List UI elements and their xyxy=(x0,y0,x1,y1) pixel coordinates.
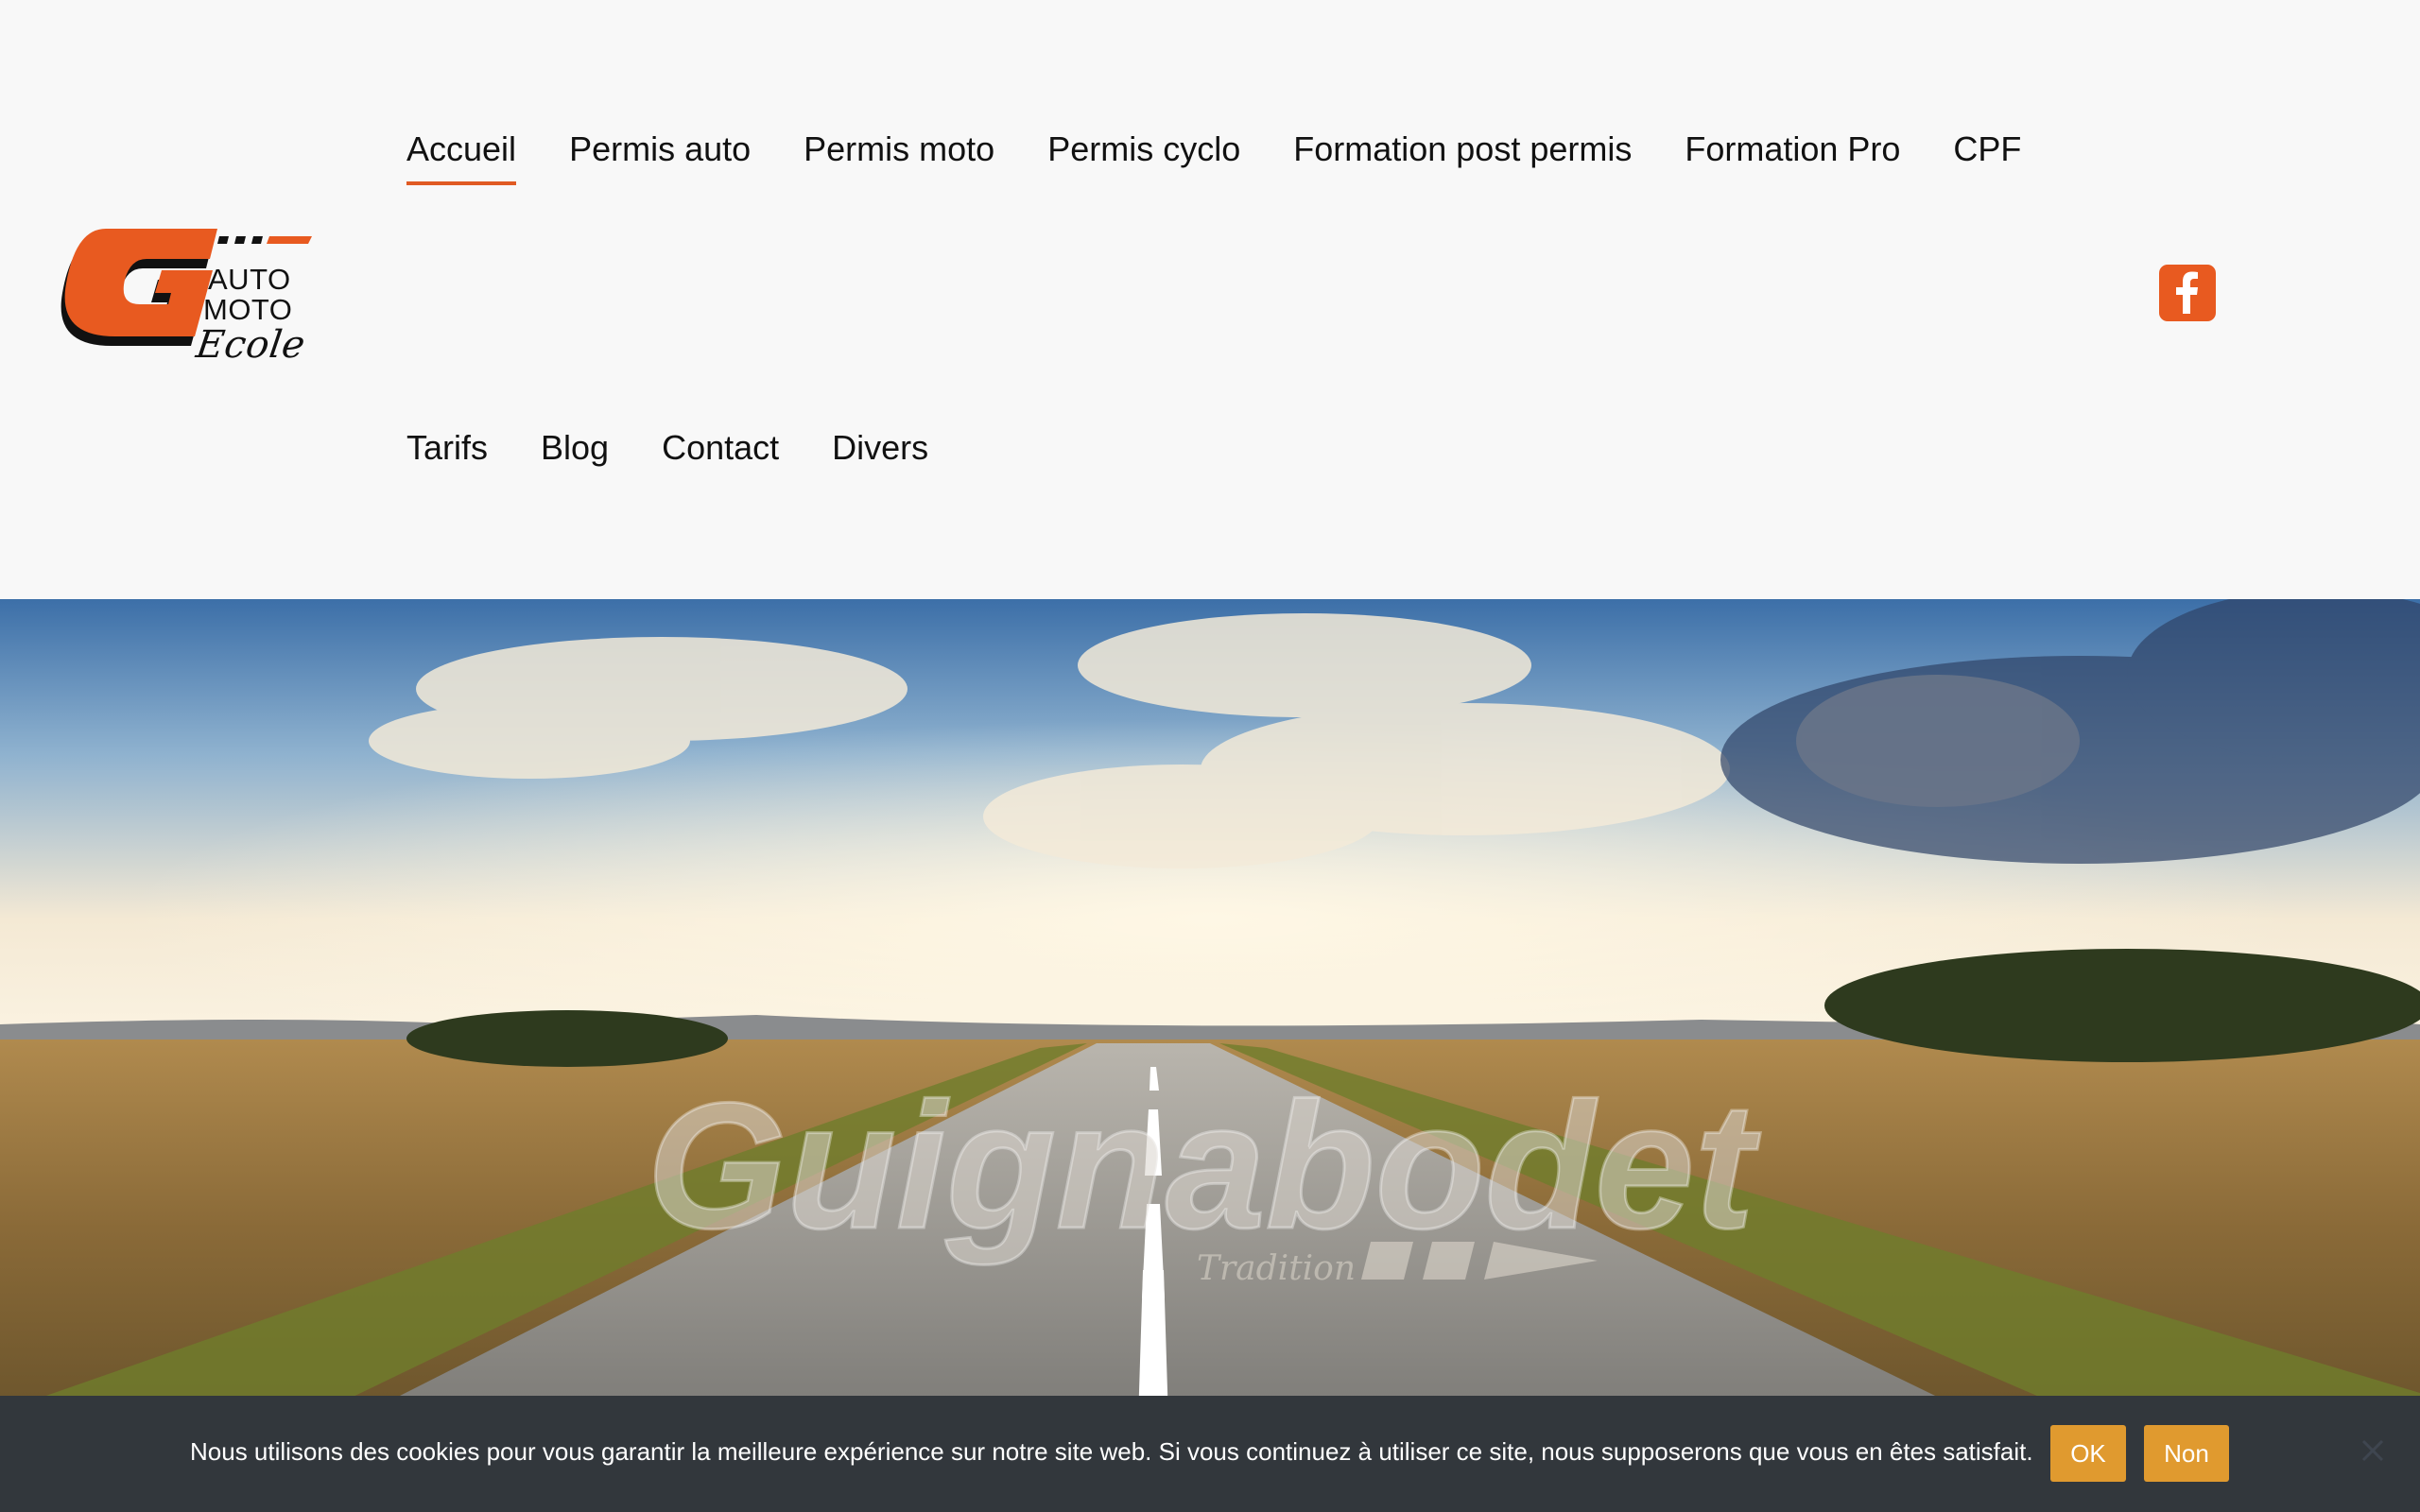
nav-item-tarifs[interactable]: Tarifs xyxy=(406,423,488,472)
nav-item-cpf[interactable]: CPF xyxy=(1953,125,2021,174)
nav-item-accueil[interactable]: Accueil xyxy=(406,125,517,185)
facebook-glyph xyxy=(2176,271,2198,314)
hero-watermark-sub: Tradition xyxy=(1197,1249,1356,1288)
facebook-icon[interactable] xyxy=(2159,265,2216,321)
nav-item-blog[interactable]: Blog xyxy=(541,423,609,472)
hero-banner: Guignabodet Tradition xyxy=(0,599,2420,1512)
nav-item-permis-cyclo[interactable]: Permis cyclo xyxy=(1047,125,1240,174)
cookie-notice-text: Nous utilisons des cookies pour vous gar… xyxy=(190,1437,2033,1466)
main-nav-row-2: Tarifs Blog Contact Divers xyxy=(406,423,928,472)
main-nav-row-1: Accueil Permis auto Permis moto Permis c… xyxy=(406,125,2021,185)
nav-item-formation-post-permis[interactable]: Formation post permis xyxy=(1293,125,1632,174)
logo-word-moto: MOTO xyxy=(203,293,293,326)
close-icon[interactable] xyxy=(2359,1436,2387,1465)
logo-word-ecole: Ecole xyxy=(193,323,308,367)
nav-item-formation-pro[interactable]: Formation Pro xyxy=(1685,125,1900,174)
site-logo[interactable]: AUTO MOTO Ecole xyxy=(57,225,312,376)
nav-item-permis-auto[interactable]: Permis auto xyxy=(569,125,751,174)
hero-watermark: Guignabodet xyxy=(647,1066,1760,1266)
site-header: AUTO MOTO Ecole Accueil Permis auto Perm… xyxy=(0,0,2420,599)
logo-word-auto: AUTO xyxy=(208,263,291,296)
cookie-accept-button[interactable]: OK xyxy=(2050,1425,2126,1482)
close-glyph xyxy=(2361,1439,2384,1462)
hero-road-landscape: Guignabodet Tradition xyxy=(0,599,2420,1512)
cookie-decline-button[interactable]: Non xyxy=(2144,1425,2229,1482)
nav-item-permis-moto[interactable]: Permis moto xyxy=(804,125,994,174)
nav-item-contact[interactable]: Contact xyxy=(662,423,779,472)
cookie-banner: Nous utilisons des cookies pour vous gar… xyxy=(0,1396,2420,1512)
nav-item-divers[interactable]: Divers xyxy=(832,423,928,472)
